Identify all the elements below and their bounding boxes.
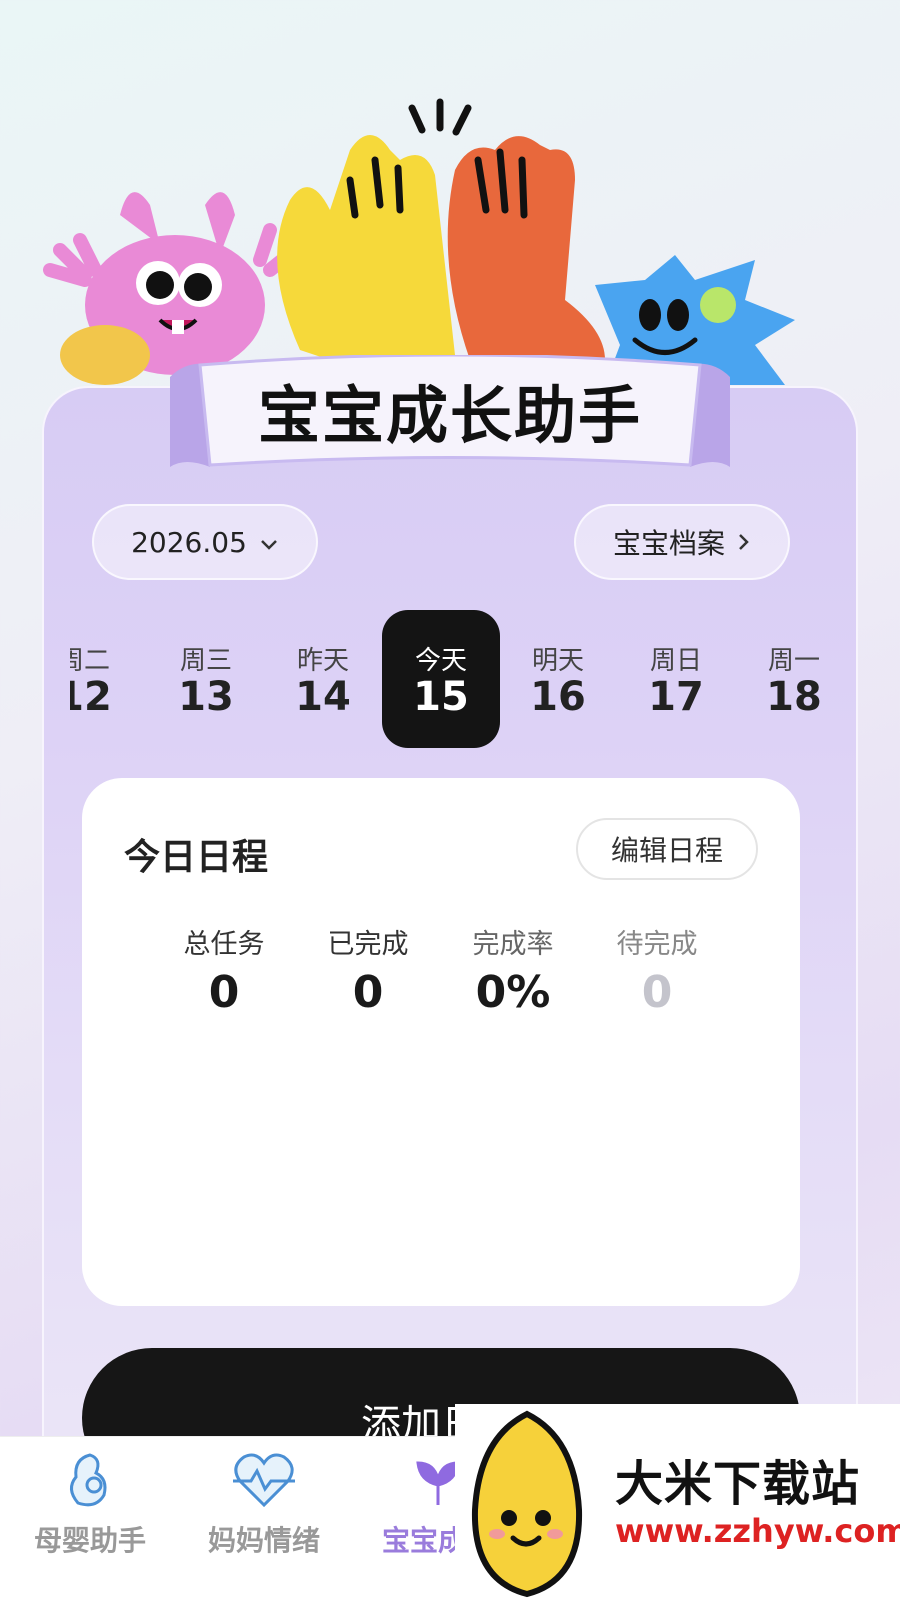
stat-value: 0	[641, 967, 673, 1018]
edit-schedule-button[interactable]: 编辑日程	[576, 818, 758, 880]
stat-label: 已完成	[327, 929, 409, 960]
tab-label: 母婴助手	[33, 1524, 146, 1557]
stat-label: 完成率	[472, 929, 554, 960]
day-item-today[interactable]: 今天 15	[382, 610, 500, 748]
stat-value: 0	[208, 967, 240, 1018]
stat-label: 待完成	[616, 929, 698, 960]
day-weekday: 周二	[70, 646, 110, 676]
day-item[interactable]: 周三 13	[147, 610, 265, 748]
month-label: 2026.05	[131, 525, 247, 559]
stat-total: 总任务 0	[154, 922, 294, 1018]
chevron-down-icon	[259, 526, 279, 559]
heart-pulse-icon	[229, 1449, 299, 1517]
day-weekday: 周三	[179, 646, 232, 676]
day-item[interactable]: 明天 16	[499, 610, 617, 748]
date-strip[interactable]: 周二 12 周三 13 昨天 14 今天 15 明天 16 周日 17 周一 1…	[70, 610, 830, 750]
stat-rate: 完成率 0%	[443, 922, 583, 1018]
day-number: 16	[530, 674, 586, 720]
day-item[interactable]: 周一 18	[735, 610, 830, 748]
day-number: 18	[766, 674, 822, 720]
day-weekday: 周一	[767, 646, 820, 676]
day-weekday: 今天	[414, 646, 467, 676]
day-number: 15	[413, 674, 469, 720]
day-number: 12	[70, 674, 112, 720]
day-weekday: 周日	[649, 646, 702, 676]
tab-mom-mood[interactable]: 妈妈情绪	[174, 1437, 354, 1601]
watermark-overlay: 大米下载站 www.zzhyw.com	[455, 1404, 900, 1600]
profile-button[interactable]: 宝宝档案	[574, 504, 790, 580]
month-selector[interactable]: 2026.05	[92, 504, 318, 580]
day-number: 14	[295, 674, 351, 720]
day-number: 13	[178, 674, 234, 720]
pregnancy-icon	[60, 1449, 120, 1517]
schedule-card: 今日日程 编辑日程 总任务 0 已完成 0 完成率 0% 待完成 0	[82, 778, 800, 1306]
stat-value: 0%	[475, 967, 551, 1018]
schedule-title: 今日日程	[124, 837, 269, 878]
page-title: 宝宝成长助手	[257, 379, 642, 452]
stat-completed: 已完成 0	[298, 922, 438, 1018]
stat-pending: 待完成 0	[587, 922, 727, 1018]
stat-value: 0	[352, 967, 384, 1018]
chevron-right-icon	[737, 526, 751, 559]
day-weekday: 明天	[531, 646, 584, 676]
day-number: 17	[648, 674, 704, 720]
stat-label: 总任务	[183, 929, 265, 960]
day-weekday: 昨天	[296, 646, 349, 676]
watermark-url: www.zzhyw.com	[615, 1512, 900, 1550]
day-item[interactable]: 周日 17	[617, 610, 735, 748]
profile-label: 宝宝档案	[612, 527, 725, 560]
tab-label: 妈妈情绪	[207, 1524, 320, 1557]
watermark-title: 大米下载站	[615, 1456, 861, 1512]
day-item[interactable]: 昨天 14	[264, 610, 382, 748]
day-item[interactable]: 周二 12	[70, 610, 143, 748]
rice-mascot-icon	[471, 1410, 583, 1598]
tab-maternal-assistant[interactable]: 母婴助手	[0, 1437, 180, 1601]
